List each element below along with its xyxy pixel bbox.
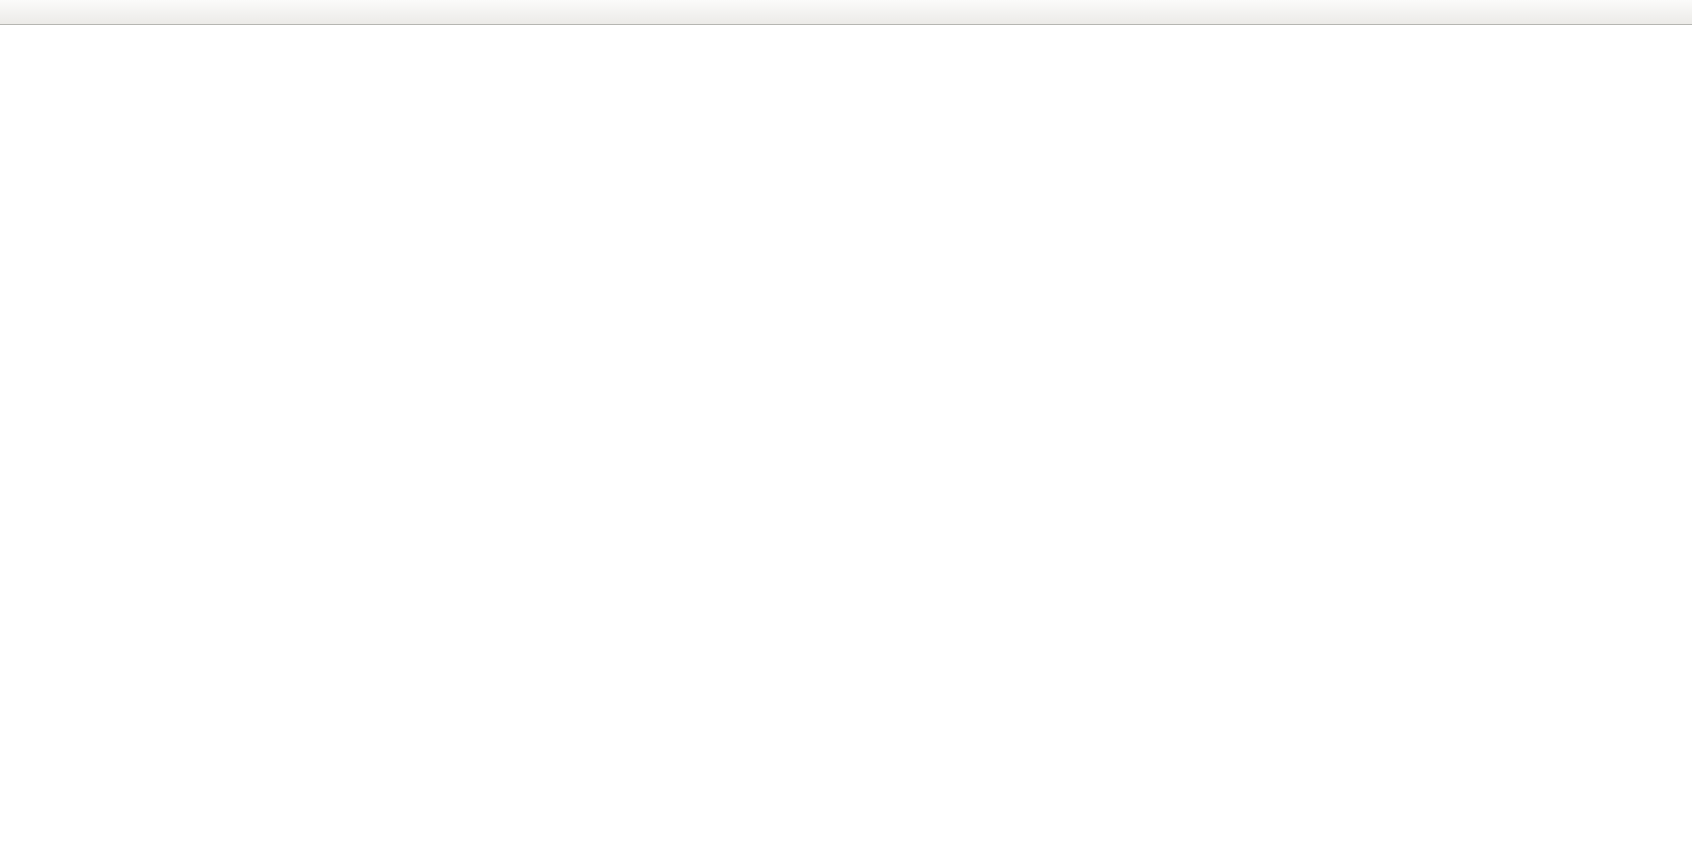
main-toolbar	[0, 0, 1692, 25]
chart-window	[0, 0, 1692, 850]
mt4-terminal: { "toolbar": { "groups": [ {"grip": true…	[0, 0, 1692, 850]
